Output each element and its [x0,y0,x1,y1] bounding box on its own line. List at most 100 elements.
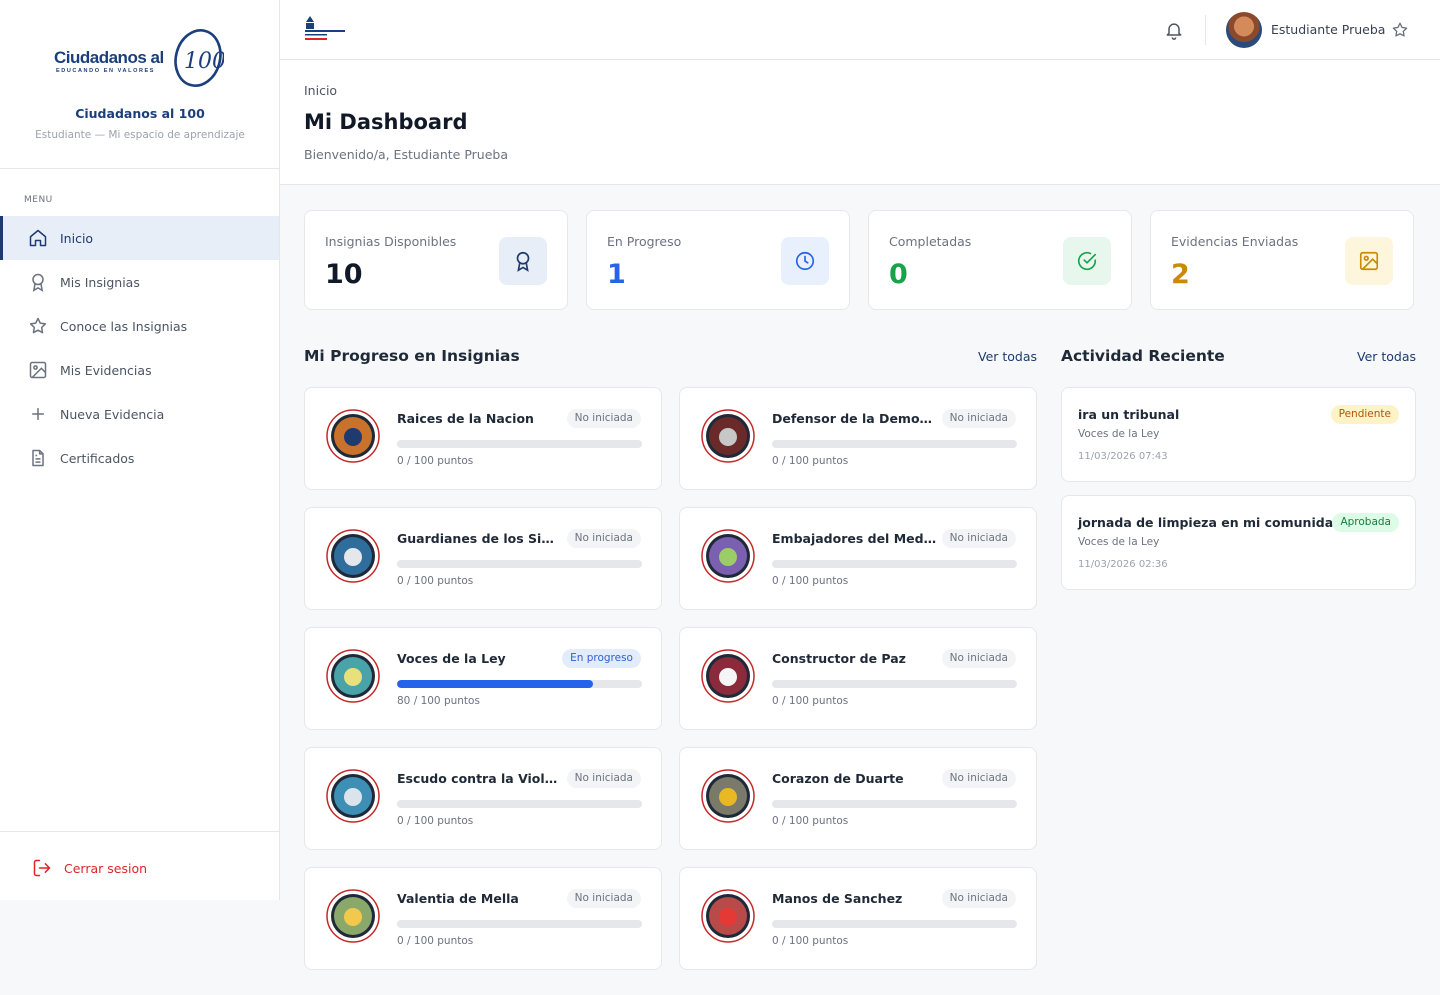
plus-icon [32,408,44,420]
progress-bar [397,800,642,808]
badge-card[interactable]: Corazon de Duarte No iniciada 0 / 100 punt… [679,747,1037,850]
badge-name: Defensor de la Democracia [772,411,937,426]
page-header: Inicio Mi Dashboard Bienvenido/a, Estudi… [280,60,1440,185]
badge-points: 0 / 100 puntos [397,455,474,467]
badge-points: 0 / 100 puntos [397,575,474,587]
activity-badge-name: Voces de la Ley [1078,536,1160,548]
sidebar-item-nueva-evidencia[interactable]: Nueva Evidencia [0,392,279,436]
top-bar: Estudiante Prueba [280,0,1440,60]
check-circle-icon [1077,252,1097,270]
activity-timestamp: 11/03/2026 02:36 [1078,559,1168,570]
badge-name: Corazon de Duarte [772,771,904,786]
breadcrumb[interactable]: Inicio [304,83,337,98]
status-badge: No iniciada [941,769,1016,788]
badge-points: 0 / 100 puntos [772,935,849,947]
sidebar: Ciudadanos al EDUCANDO EN VALORES 100 Ci… [0,0,280,900]
status-badge: No iniciada [941,889,1016,908]
badge-art-icon [326,889,380,943]
badge-card[interactable]: Voces de la Ley En progreso 80 / 100 punto… [304,627,662,730]
logout-button[interactable]: Cerrar sesion [32,858,147,878]
star-icon[interactable] [1391,21,1409,39]
badge-name: Manos de Sanchez [772,891,903,906]
stat-card-evidencias-enviadas: Evidencias Enviadas 2 [1150,210,1414,310]
stat-label: En Progreso [607,234,682,249]
badge-name: Guardianes de los Simbolos [397,531,562,546]
stat-label: Insignias Disponibles [325,234,457,249]
avatar[interactable] [1226,12,1262,48]
badge-card[interactable]: Raices de la Nacion No iniciada 0 / 100 pu… [304,387,662,490]
status-badge: No iniciada [566,409,641,428]
progress-bar-fill [397,680,593,688]
welcome-text: Bienvenido/a, Estudiante Prueba [304,147,508,162]
badge-art-icon [701,409,755,463]
progress-bar [397,560,642,568]
badge-card[interactable]: Defensor de la Democracia No iniciada 0 / … [679,387,1037,490]
sidebar-item-mis-insignias[interactable]: Mis Insignias [0,260,279,304]
activity-title: ira un tribunal [1078,407,1180,422]
badge-name: Valentia de Mella [397,891,519,906]
badge-name: Constructor de Paz [772,651,906,666]
progress-bar [397,920,642,928]
sidebar-nav: Inicio Mis Insignias Conoce las Insignia… [0,216,279,480]
badge-points: 0 / 100 puntos [397,935,474,947]
sidebar-item-conoce-insignias[interactable]: Conoce las Insignias [0,304,279,348]
activity-badge-name: Voces de la Ley [1078,428,1160,440]
badge-points: 0 / 100 puntos [772,815,849,827]
stat-icon-box [1345,237,1393,285]
status-badge: No iniciada [941,409,1016,428]
badge-card[interactable]: Constructor de Paz No iniciada 0 / 100 pun… [679,627,1037,730]
sidebar-item-label: Mis Insignias [60,274,140,290]
brand-area: Ciudadanos al EDUCANDO EN VALORES 100 Ci… [0,0,279,169]
logo-text: Ciudadanos al [54,48,164,67]
badge-card[interactable]: Manos de Sanchez No iniciada 0 / 100 punto… [679,867,1037,970]
badge-art-icon [326,649,380,703]
status-badge: No iniciada [566,769,641,788]
progress-bar [772,560,1017,568]
badge-card[interactable]: Guardianes de los Simbolos No iniciada 0 /… [304,507,662,610]
badge-art-icon [326,409,380,463]
activity-item[interactable]: ira un tribunal Pendiente Voces de la Le… [1061,387,1416,482]
sidebar-item-label: Inicio [60,230,94,246]
progress-bar [397,440,642,448]
app-logo[interactable]: Ciudadanos al EDUCANDO EN VALORES 100 [52,26,228,90]
user-name[interactable]: Estudiante Prueba [1271,22,1385,37]
badge-art-icon [701,769,755,823]
badge-name: Escudo contra la Violencia [397,771,562,786]
sidebar-item-inicio[interactable]: Inicio [0,216,279,260]
logout-area: Cerrar sesion [0,831,279,900]
badge-card[interactable]: Escudo contra la Violencia No iniciada 0 /… [304,747,662,850]
government-logo [305,16,345,40]
progress-bar [772,920,1017,928]
stat-label: Completadas [889,234,972,249]
activity-item[interactable]: jornada de limpieza en mi comunidad Apro… [1061,495,1416,590]
stat-card-completadas: Completadas 0 [868,210,1132,310]
status-badge: Aprobada [1332,513,1399,532]
badge-name: Voces de la Ley [397,651,506,666]
menu-title: MENU [24,195,53,205]
sidebar-item-mis-evidencias[interactable]: Mis Evidencias [0,348,279,392]
badge-points: 0 / 100 puntos [772,575,849,587]
badge-card[interactable]: Valentia de Mella No iniciada 0 / 100 punt… [304,867,662,970]
badge-art-icon [326,769,380,823]
badge-art-icon [701,529,755,583]
badge-art-icon [326,529,380,583]
badge-art-icon [701,649,755,703]
badge-card[interactable]: Embajadores del Medio Ambiente No iniciad… [679,507,1037,610]
stat-value: 2 [1171,259,1190,290]
stat-icon-box [499,237,547,285]
stat-label: Evidencias Enviadas [1171,234,1299,249]
bell-icon[interactable] [1164,20,1184,40]
stat-icon-box [1063,237,1111,285]
progress-view-all-link[interactable]: Ver todas [978,349,1037,364]
activity-section-title: Actividad Reciente [1061,347,1225,365]
image-icon [29,361,47,379]
activity-view-all-link[interactable]: Ver todas [1357,349,1416,364]
badge-points: 0 / 100 puntos [772,695,849,707]
badge-name: Raices de la Nacion [397,411,534,426]
clock-icon [795,251,815,271]
logout-label: Cerrar sesion [64,860,148,876]
status-badge: No iniciada [566,529,641,548]
progress-bar [772,680,1017,688]
page-title: Mi Dashboard [304,110,468,134]
sidebar-item-certificados[interactable]: Certificados [0,436,279,480]
